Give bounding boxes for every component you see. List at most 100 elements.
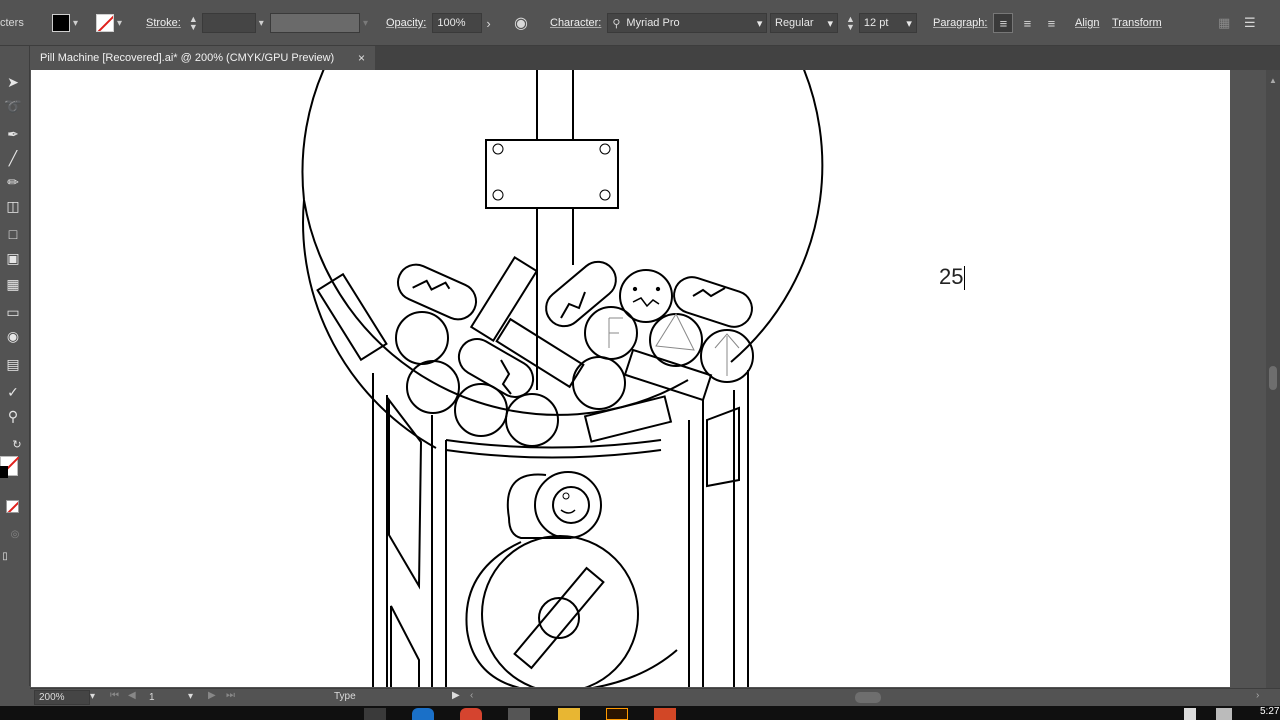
- vertical-scroll-thumb[interactable]: [1269, 366, 1277, 390]
- font-style-control[interactable]: Regular ▾: [770, 12, 838, 34]
- gradient-tool-icon[interactable]: ▭: [2, 302, 24, 322]
- panel-menu-control[interactable]: ☰: [1244, 12, 1256, 34]
- paragraph-label: Paragraph:: [933, 17, 988, 29]
- stroke-label: Stroke:: [146, 17, 181, 29]
- chevron-down-icon[interactable]: ▾: [259, 18, 264, 29]
- font-style-value: Regular: [775, 17, 814, 29]
- illustrator-app-icon[interactable]: [606, 708, 628, 720]
- scroll-up-icon[interactable]: ▲: [1269, 76, 1277, 85]
- opacity-input[interactable]: 100%: [432, 13, 483, 33]
- screen-mode-icon[interactable]: ▯: [0, 546, 16, 566]
- fill-swatch[interactable]: [52, 14, 70, 32]
- font-family-select[interactable]: ⚲ Myriad Pro ▾: [607, 13, 768, 33]
- chevron-down-icon[interactable]: ▾: [188, 691, 193, 702]
- chevron-down-icon[interactable]: ▾: [757, 17, 763, 30]
- chevron-right-icon[interactable]: ›: [486, 16, 490, 31]
- stroke-weight-input[interactable]: [201, 13, 256, 33]
- symbol-sprayer-icon[interactable]: ◉: [2, 326, 24, 346]
- swap-colors-icon[interactable]: ↻: [6, 434, 28, 454]
- chevron-down-icon[interactable]: ▾: [906, 17, 912, 30]
- align-label[interactable]: Align: [1075, 17, 1099, 29]
- font-size-value: 12 pt: [863, 17, 889, 29]
- store-icon[interactable]: [508, 708, 530, 720]
- document-tab-title: Pill Machine [Recovered].ai* @ 200% (CMY…: [40, 52, 335, 64]
- font-style-select[interactable]: Regular ▾: [770, 13, 838, 33]
- none-slash-icon: [97, 15, 113, 31]
- status-menu-icon[interactable]: ▶: [452, 690, 460, 701]
- zoom-value: 200%: [39, 692, 65, 703]
- status-bar: 200% ▾ ⏮ ◀ 1 ▾ ▶ ⏭ Type ▶ ‹ ›: [30, 688, 1280, 706]
- vertical-scrollbar[interactable]: ▲: [1266, 70, 1280, 688]
- variable-width-profile[interactable]: [270, 13, 360, 33]
- scale-tool-icon[interactable]: □: [2, 224, 24, 244]
- next-artboard-icon[interactable]: ▶: [208, 690, 216, 701]
- stroke-color-control[interactable]: ▾: [96, 12, 122, 34]
- align-center-icon[interactable]: ≡: [1017, 16, 1037, 31]
- perspective-tool-icon[interactable]: ▦: [2, 274, 24, 294]
- pill-machine-artwork: [301, 70, 824, 687]
- stepper-icon[interactable]: ▲ ▼: [846, 15, 855, 32]
- chrome-browser-icon[interactable]: [460, 708, 482, 720]
- document-tab[interactable]: Pill Machine [Recovered].ai* @ 200% (CMY…: [30, 46, 375, 70]
- arrange-documents-icon[interactable]: ▦: [1218, 15, 1230, 31]
- lasso-tool-icon[interactable]: ➰: [2, 96, 24, 116]
- arrange-documents-control[interactable]: ▦: [1218, 12, 1230, 34]
- stepper-icon[interactable]: ▲ ▼: [189, 15, 198, 32]
- none-button[interactable]: [6, 500, 19, 513]
- active-text-frame[interactable]: 25: [939, 264, 966, 291]
- font-size-select[interactable]: 12 pt ▾: [858, 13, 917, 33]
- tools-panel: ➤ ➰ ✒ ╱ ✏ ◫ □ ▣ ▦ ▭ ◉ ▤ ✓ ⚲ ↻ ◎ ▯: [0, 46, 30, 686]
- panel-fragment-label: cters: [0, 17, 24, 29]
- recolor-artwork-icon[interactable]: ◉: [514, 13, 528, 33]
- zoom-tool-icon[interactable]: ⚲: [2, 406, 24, 426]
- transform-panel-link[interactable]: Transform: [1112, 12, 1162, 34]
- variable-width-control[interactable]: ▾: [270, 12, 368, 34]
- edge-browser-icon[interactable]: [412, 708, 434, 720]
- draw-mode-icon[interactable]: ◎: [4, 524, 26, 544]
- align-panel-link[interactable]: Align: [1075, 12, 1099, 34]
- chevron-down-icon[interactable]: ▾: [363, 18, 368, 29]
- scroll-left-icon[interactable]: ‹: [470, 690, 473, 701]
- powerpoint-app-icon[interactable]: [654, 708, 676, 720]
- file-explorer-icon[interactable]: [558, 708, 580, 720]
- artboard[interactable]: 25: [31, 70, 1230, 687]
- artboard-number: 1: [149, 692, 155, 703]
- selection-tool-icon[interactable]: ➤: [2, 72, 24, 92]
- document-tab-bar: Pill Machine [Recovered].ai* @ 200% (CMY…: [30, 46, 1280, 70]
- chevron-down-icon[interactable]: ▾: [90, 691, 95, 702]
- artboard-number-input[interactable]: 1: [146, 690, 186, 705]
- previous-artboard-icon[interactable]: ◀: [128, 690, 136, 701]
- character-control: Character: ⚲ Myriad Pro ▾: [550, 12, 768, 34]
- pen-tool-icon[interactable]: ✒: [2, 124, 24, 144]
- font-family-value: Myriad Pro: [626, 17, 680, 29]
- paragraph-control: Paragraph: ≡ ≡ ≡: [933, 12, 1061, 34]
- eraser-tool-icon[interactable]: ◫: [2, 196, 24, 216]
- scroll-right-icon[interactable]: ›: [1256, 690, 1259, 701]
- close-icon[interactable]: ×: [358, 51, 365, 65]
- tray-keyboard-icon[interactable]: [1216, 708, 1232, 720]
- zoom-select[interactable]: 200%: [34, 690, 90, 705]
- chevron-down-icon[interactable]: ▾: [827, 17, 833, 30]
- panel-menu-icon[interactable]: ☰: [1244, 15, 1256, 31]
- chevron-down-icon[interactable]: ▾: [117, 18, 122, 29]
- align-right-icon[interactable]: ≡: [1041, 16, 1061, 31]
- line-tool-icon[interactable]: ╱: [2, 148, 24, 168]
- graph-tool-icon[interactable]: ▤: [2, 354, 24, 374]
- eyedropper-tool-icon[interactable]: ✓: [2, 382, 24, 402]
- transform-label[interactable]: Transform: [1112, 17, 1162, 29]
- font-size-control[interactable]: ▲ ▼ 12 pt ▾: [846, 12, 917, 34]
- task-view-icon[interactable]: [364, 708, 386, 720]
- brush-tool-icon[interactable]: ✏: [2, 172, 24, 192]
- align-left-icon[interactable]: ≡: [993, 13, 1014, 33]
- none-slash-icon: [7, 501, 18, 512]
- horizontal-scroll-thumb[interactable]: [855, 692, 881, 703]
- fill-swatch-small[interactable]: [0, 466, 8, 478]
- recolor-control[interactable]: ◉: [514, 12, 528, 34]
- free-transform-tool-icon[interactable]: ▣: [2, 248, 24, 268]
- tray-icon[interactable]: [1184, 708, 1196, 720]
- fill-control[interactable]: ▾: [52, 12, 78, 34]
- stroke-none-swatch[interactable]: [96, 14, 114, 32]
- first-artboard-icon[interactable]: ⏮: [110, 690, 119, 701]
- chevron-down-icon[interactable]: ▾: [73, 18, 78, 29]
- last-artboard-icon[interactable]: ⏭: [226, 690, 235, 701]
